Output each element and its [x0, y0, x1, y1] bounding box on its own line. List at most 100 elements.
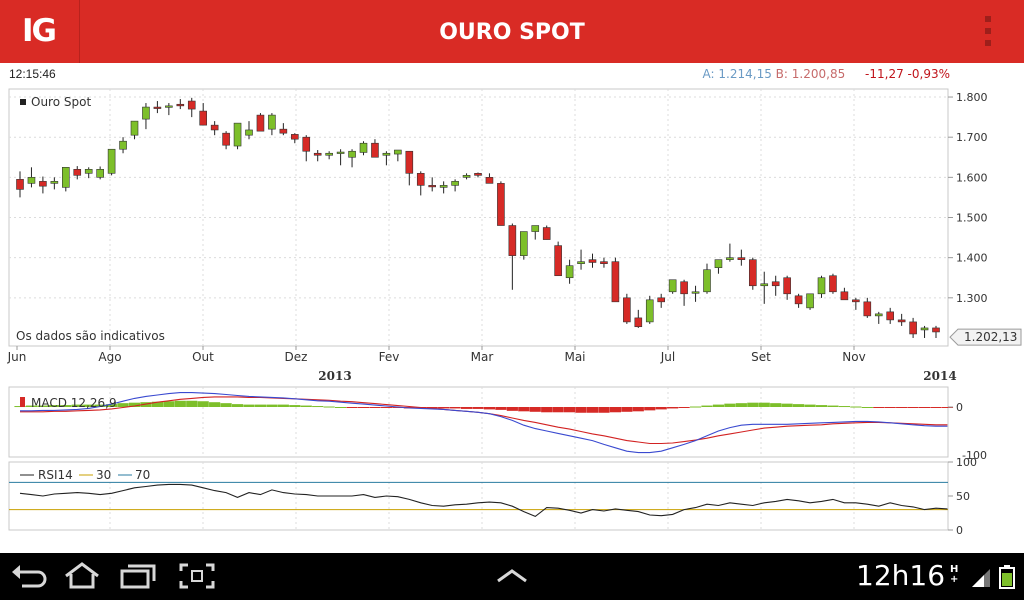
candle-body	[909, 321, 917, 335]
candle-body	[565, 265, 574, 279]
candle-body	[668, 279, 677, 293]
macd-histogram-bar	[827, 405, 839, 407]
signal-battery-icon	[972, 565, 1015, 589]
candle-body	[726, 257, 734, 260]
price-change: -11,27 -0,93%	[865, 67, 950, 81]
recent-apps-icon[interactable]	[118, 561, 158, 591]
macd-histogram-bar	[621, 407, 633, 412]
macd-histogram-bar	[483, 407, 496, 410]
x-tick-label: Fev	[379, 350, 400, 364]
candle-body	[199, 110, 207, 126]
candle-body	[290, 134, 299, 140]
macd-histogram-bar	[735, 403, 747, 407]
quote-time: 12:15:46	[9, 67, 56, 81]
candle-body	[783, 277, 791, 295]
macd-histogram-bar	[174, 400, 186, 407]
macd-histogram-bar	[449, 407, 461, 409]
macd-histogram-bar	[678, 407, 690, 408]
candle-body	[233, 122, 242, 147]
candle-body	[691, 291, 700, 294]
macd-histogram-bar	[632, 407, 644, 412]
macd-histogram-bar	[850, 406, 862, 408]
candle-body	[222, 132, 230, 146]
candle-body	[737, 257, 746, 260]
candle-body	[932, 327, 940, 333]
back-icon[interactable]	[8, 561, 48, 591]
candle-body	[394, 149, 402, 155]
macd-histogram-bar	[346, 407, 358, 408]
macd-histogram-bar	[598, 407, 610, 413]
rsi-y-tick-label: 0	[956, 524, 963, 537]
candle-body	[210, 124, 219, 131]
x-tick-label: Set	[751, 350, 771, 364]
candle-body	[817, 277, 826, 295]
candle-body	[531, 225, 540, 232]
candle-body	[806, 293, 814, 309]
x-tick-label: Out	[192, 350, 214, 364]
macd-histogram-bar	[541, 407, 553, 413]
macd-panel-frame	[8, 386, 949, 458]
candle-body	[84, 169, 93, 174]
macd-histogram-bar	[781, 403, 793, 407]
candle-body	[428, 185, 437, 188]
macd-histogram-bar	[197, 401, 209, 407]
candle-body	[588, 259, 597, 263]
macd-histogram-bar	[564, 407, 576, 413]
bid-value: 1.200,85	[791, 67, 846, 81]
ig-logo[interactable]: IG	[0, 0, 80, 63]
candle-body	[153, 106, 162, 109]
candle-body	[771, 281, 780, 287]
candle-body	[886, 311, 895, 321]
macd-histogram-bar	[747, 402, 759, 407]
macd-histogram-bar	[930, 407, 942, 408]
macd-histogram-bar	[873, 407, 885, 408]
macd-histogram-bar	[266, 404, 278, 407]
candle-body	[508, 225, 517, 256]
overflow-menu-icon[interactable]	[976, 14, 1000, 50]
macd-histogram-bar	[896, 407, 908, 408]
candle-body	[645, 299, 654, 323]
macd-histogram-bar	[689, 406, 702, 408]
candle-body	[623, 297, 631, 323]
candle-body	[554, 245, 562, 277]
macd-histogram-bar	[609, 407, 621, 413]
macd-histogram-bar	[907, 407, 919, 408]
x-tick-label: Nov	[842, 350, 865, 364]
legend-marker	[20, 99, 26, 105]
macd-histogram-bar	[357, 407, 370, 408]
bid-label: B:	[775, 67, 788, 81]
rsi-y-tick-label: 50	[956, 490, 970, 503]
candle-body	[142, 106, 150, 120]
chevron-up-icon[interactable]	[494, 561, 530, 591]
x-tick-label: Dez	[285, 350, 308, 364]
y-tick-label: 1.600	[956, 171, 988, 184]
candle-body	[874, 313, 883, 317]
x-tick-label: Jun	[7, 350, 27, 364]
candle-body	[852, 299, 860, 303]
candle-body	[748, 259, 757, 287]
candle-body	[336, 151, 345, 154]
candle-body	[680, 281, 688, 295]
macd-histogram-bar	[575, 407, 587, 413]
candle-body	[130, 120, 139, 136]
price-chart[interactable]: 1.800 1.700 1.600 1.500 1.400 1.300 Ouro Spot O…	[0, 85, 1024, 550]
network-type: H +	[950, 565, 958, 585]
macd-histogram-bar	[529, 407, 541, 412]
candle-body	[714, 259, 723, 268]
last-price-label: 1.202,13	[964, 330, 1017, 344]
year-label: 2014	[923, 369, 956, 383]
y-tick-label: 1.400	[956, 252, 988, 265]
candle-body	[600, 261, 608, 264]
macd-histogram-bar	[793, 404, 805, 407]
candle-body	[634, 317, 643, 328]
screenshot-icon[interactable]	[178, 561, 218, 591]
macd-legend-label: MACD 12,26,9	[31, 396, 117, 410]
macd-histogram-bar	[770, 403, 782, 407]
macd-histogram-bar	[300, 405, 312, 407]
logo-text: IG	[22, 13, 57, 49]
network-type-suffix: +	[950, 574, 959, 585]
macd-histogram-bar	[380, 407, 392, 408]
title-bar: IG OURO SPOT	[0, 0, 1024, 63]
candle-body	[577, 261, 585, 264]
home-icon[interactable]	[62, 561, 102, 591]
